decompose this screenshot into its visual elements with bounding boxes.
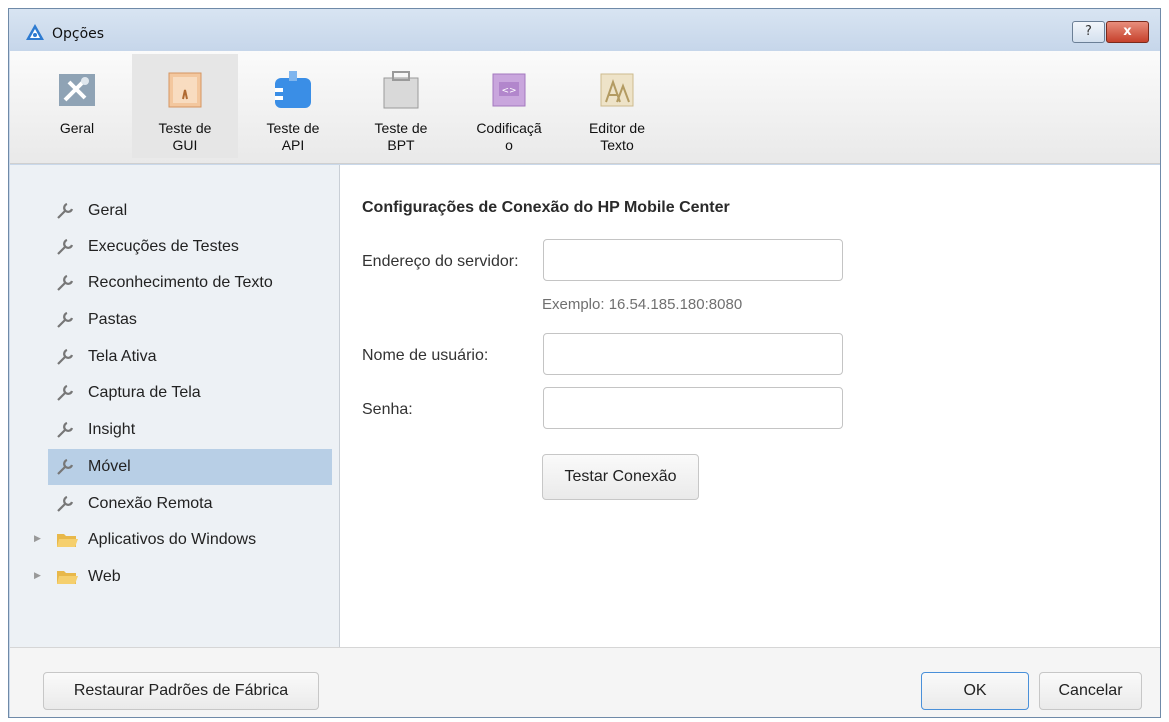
server-address-hint: Exemplo: 16.54.185.180:8080	[542, 296, 743, 313]
tree-item-label: Tela Ativa	[88, 348, 157, 365]
tab-label: Geral	[59, 120, 95, 136]
test-connection-button[interactable]: Testar Conexão	[542, 454, 699, 500]
category-toolbar: Geral Teste de GUI Teste de API Teste de…	[10, 51, 1160, 164]
tree-item-conexao-remota[interactable]: Conexão Remota	[48, 486, 332, 522]
tree-item-web[interactable]: ▶ Web	[34, 559, 332, 595]
tree-item-tela-ativa[interactable]: Tela Ativa	[48, 339, 332, 375]
coding-icon: <>	[492, 73, 526, 107]
wrench-icon	[57, 458, 74, 475]
tools-icon	[59, 74, 95, 106]
wrench-icon	[57, 311, 74, 328]
tree-item-geral[interactable]: Geral	[48, 193, 332, 229]
bpt-test-icon	[383, 71, 419, 109]
tree-item-execucoes[interactable]: Execuções de Testes	[48, 229, 332, 265]
wrench-icon	[57, 421, 74, 438]
text-editor-icon	[600, 73, 634, 107]
tab-teste-bpt[interactable]: Teste de BPT	[348, 54, 454, 158]
ok-button[interactable]: OK	[921, 672, 1029, 710]
tree-item-movel[interactable]: Móvel	[48, 449, 332, 485]
password-label: Senha:	[362, 401, 413, 418]
folder-icon	[57, 571, 78, 584]
tree-item-reconhecimento[interactable]: Reconhecimento de Texto	[48, 265, 332, 301]
settings-panel: Configurações de Conexão do HP Mobile Ce…	[341, 165, 1160, 647]
password-input[interactable]	[543, 387, 843, 429]
tree-item-pastas[interactable]: Pastas	[48, 302, 332, 338]
tree-item-label: Web	[88, 568, 121, 585]
tree-item-label: Conexão Remota	[88, 495, 213, 512]
username-label: Nome de usuário:	[362, 347, 489, 364]
main-area: Geral Execuções de Testes Reconhecimento…	[10, 165, 1160, 647]
username-input[interactable]	[543, 333, 843, 375]
server-address-input[interactable]	[543, 239, 843, 281]
tab-label: Teste de GUI	[158, 120, 212, 153]
server-address-label: Endereço do servidor:	[362, 253, 519, 270]
tab-label: Teste de BPT	[374, 120, 428, 153]
expand-arrow-icon[interactable]: ▶	[34, 571, 41, 581]
tree-item-label: Reconhecimento de Texto	[88, 274, 273, 291]
gui-test-icon	[168, 72, 202, 108]
tab-label: Teste de API	[266, 120, 320, 153]
tab-teste-gui[interactable]: Teste de GUI	[132, 54, 238, 158]
options-dialog: Opções ? x Geral Teste de GUI Teste de A…	[8, 8, 1161, 718]
help-button[interactable]: ?	[1072, 21, 1105, 43]
wrench-icon	[57, 348, 74, 365]
tree-item-insight[interactable]: Insight	[48, 412, 332, 448]
tree-item-captura[interactable]: Captura de Tela	[48, 375, 332, 411]
tree-item-aplicativos-windows[interactable]: ▶ Aplicativos do Windows	[34, 522, 332, 558]
tab-editor-texto[interactable]: Editor de Texto	[564, 54, 670, 158]
tree-item-label: Móvel	[88, 458, 131, 475]
tree-item-label: Execuções de Testes	[88, 238, 239, 255]
tab-label: Editor de Texto	[588, 120, 646, 153]
cancel-button[interactable]: Cancelar	[1039, 672, 1142, 710]
app-logo-icon	[26, 24, 44, 40]
tree-item-label: Pastas	[88, 311, 137, 328]
tab-codificacao[interactable]: <> Codificaçã o	[456, 54, 562, 158]
tree-item-label: Aplicativos do Windows	[88, 531, 257, 548]
folder-icon	[57, 534, 78, 547]
tree-item-label: Captura de Tela	[88, 384, 201, 401]
tree-item-label: Insight	[88, 421, 136, 438]
close-button[interactable]: x	[1106, 21, 1149, 43]
wrench-icon	[57, 274, 74, 291]
svg-text:<>: <>	[501, 86, 516, 96]
tab-teste-api[interactable]: Teste de API	[240, 54, 346, 158]
section-title: Configurações de Conexão do HP Mobile Ce…	[362, 199, 730, 216]
wrench-icon	[57, 238, 74, 255]
wrench-icon	[57, 495, 74, 512]
tree-item-label: Geral	[88, 202, 128, 219]
options-tree: Geral Execuções de Testes Reconhecimento…	[10, 165, 340, 647]
api-test-icon	[275, 71, 311, 108]
wrench-icon	[57, 202, 74, 219]
title-bar: Opções ? x	[9, 9, 1160, 51]
expand-arrow-icon[interactable]: ▶	[34, 534, 41, 544]
wrench-icon	[57, 384, 74, 401]
window-title: Opções	[52, 26, 105, 42]
tab-geral[interactable]: Geral	[24, 54, 130, 158]
dialog-footer: Restaurar Padrões de Fábrica OK Cancelar	[10, 647, 1160, 717]
restore-defaults-button[interactable]: Restaurar Padrões de Fábrica	[43, 672, 319, 710]
tab-label: Codificaçã o	[476, 120, 542, 153]
